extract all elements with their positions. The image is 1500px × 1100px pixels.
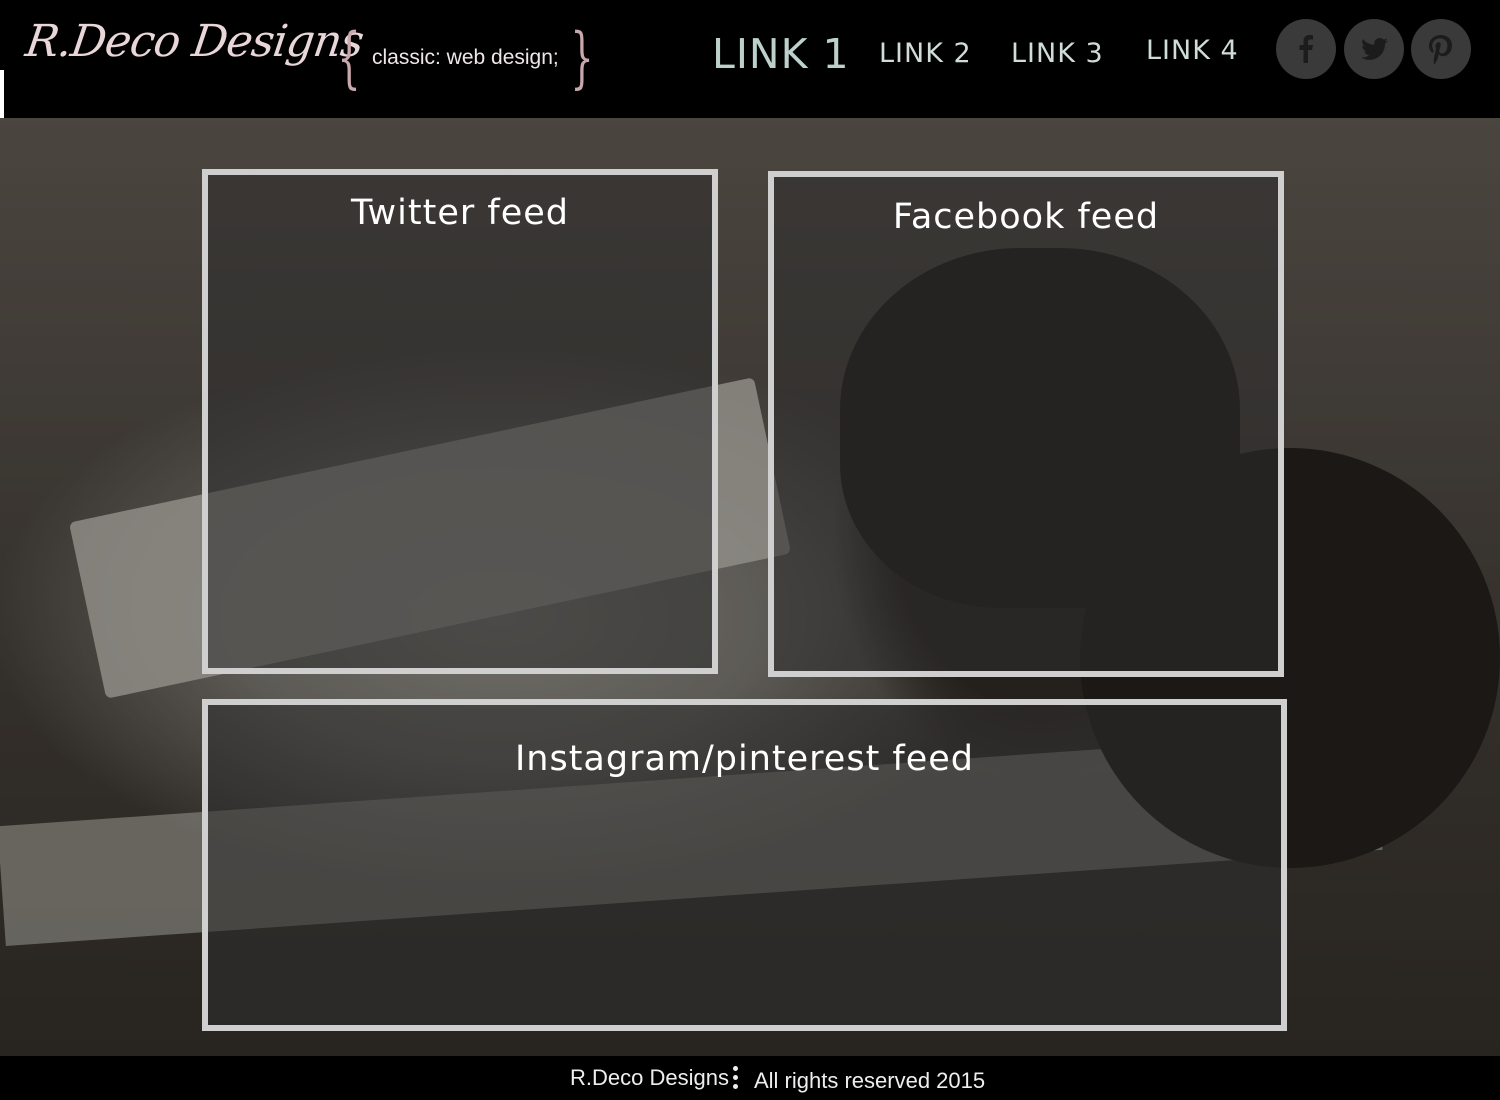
site-header: R.Deco Designs { classic: web design; } … [0, 0, 1500, 118]
twitter-feed-title: Twitter feed [350, 193, 570, 233]
tagline-text: classic: web design; [372, 46, 559, 69]
footer-separator-icon [733, 1066, 739, 1092]
twitter-feed-panel[interactable]: Twitter feed [202, 169, 718, 674]
tagline: { classic: web design; } [328, 22, 603, 94]
pinterest-button[interactable] [1411, 19, 1471, 79]
nav-link-2[interactable]: LINK 2 [879, 38, 972, 69]
twitter-button[interactable] [1344, 19, 1404, 79]
facebook-feed-panel[interactable]: Facebook feed [768, 171, 1284, 677]
header-edge [0, 70, 4, 118]
nav-link-3[interactable]: LINK 3 [1011, 38, 1104, 69]
site-footer: R.Deco Designs All rights reserved 2015 [0, 1056, 1500, 1100]
close-brace-icon: } [570, 19, 594, 96]
open-brace-icon: { [337, 19, 361, 96]
facebook-feed-title: Facebook feed [892, 197, 1160, 237]
footer-copyright: All rights reserved 2015 [754, 1068, 986, 1093]
instagram-feed-panel[interactable]: Instagram/pinterest feed [202, 699, 1287, 1031]
site-logo[interactable]: R.Deco Designs [22, 16, 366, 67]
nav-link-4[interactable]: LINK 4 [1146, 35, 1239, 66]
nav-link-1[interactable]: LINK 1 [712, 30, 850, 78]
facebook-icon [1299, 35, 1313, 63]
twitter-icon [1361, 38, 1388, 60]
footer-company: R.Deco Designs [570, 1065, 729, 1090]
facebook-button[interactable] [1276, 19, 1336, 79]
instagram-feed-title: Instagram/pinterest feed [514, 739, 975, 779]
pinterest-icon [1429, 35, 1453, 65]
